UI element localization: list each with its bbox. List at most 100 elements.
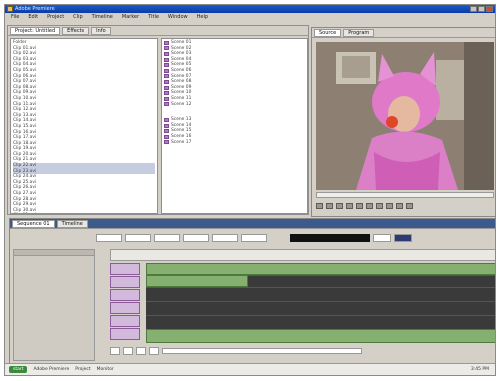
- task-project[interactable]: Project: [75, 367, 90, 372]
- overlay-icon[interactable]: [386, 203, 393, 209]
- menu-window[interactable]: Window: [168, 13, 188, 22]
- go-start-icon[interactable]: [110, 347, 120, 355]
- timeline-footer: [110, 345, 495, 357]
- clip-video-2[interactable]: [146, 275, 248, 287]
- tab-timeline[interactable]: Timeline: [56, 220, 88, 228]
- monitor-scrubber[interactable]: [316, 192, 494, 198]
- clip-icon: [164, 40, 169, 45]
- menu-clip[interactable]: Clip: [73, 13, 82, 22]
- menu-help[interactable]: Help: [197, 13, 208, 22]
- track-sidebar: [13, 249, 95, 361]
- tab-effects[interactable]: Effects: [62, 27, 90, 35]
- clip-label: Scene 12: [171, 101, 192, 107]
- step-back-icon[interactable]: [316, 203, 323, 209]
- rewind-icon[interactable]: [123, 347, 133, 355]
- insert-icon[interactable]: [376, 203, 383, 209]
- menu-title[interactable]: Title: [148, 13, 159, 22]
- title-bar: Adobe Premiere: [5, 5, 495, 13]
- step-forward-icon[interactable]: [336, 203, 343, 209]
- clip-icon: [164, 68, 169, 73]
- time-ruler[interactable]: [110, 249, 495, 261]
- clip-audio-3[interactable]: [146, 329, 495, 343]
- clock: 3:45 PM: [470, 367, 489, 372]
- track-header-video-2[interactable]: [110, 276, 140, 288]
- project-panel: Project: Untitled Effects Info Folder Cli…: [7, 25, 309, 215]
- app-icon: [7, 6, 13, 12]
- menu-file[interactable]: File: [11, 13, 19, 22]
- track-header-video-3[interactable]: [110, 263, 140, 275]
- app-window: Adobe Premiere File Edit Project Clip Ti…: [4, 4, 496, 376]
- menu-edit[interactable]: Edit: [28, 13, 38, 22]
- clip-icon: [164, 85, 169, 90]
- tab-info[interactable]: Info: [91, 27, 111, 35]
- track-headers: [110, 263, 144, 343]
- start-button[interactable]: start: [9, 366, 28, 373]
- clip-icon: [164, 96, 169, 101]
- loop-icon[interactable]: [346, 203, 353, 209]
- maximize-button[interactable]: [478, 6, 485, 12]
- menu-timeline[interactable]: Timeline: [92, 13, 113, 22]
- timeline-panel: Sequence 01 Timeline: [9, 218, 495, 366]
- monitor-panel: Source Program: [311, 27, 495, 217]
- tool-zoom-icon[interactable]: [183, 234, 209, 242]
- tab-program[interactable]: Program: [343, 29, 375, 37]
- tool-razor-icon[interactable]: [125, 234, 151, 242]
- clip-icon: [164, 123, 169, 128]
- track-header-audio-1[interactable]: [110, 302, 140, 314]
- track-lanes: [146, 263, 495, 343]
- zoom-in-icon[interactable]: [373, 234, 391, 242]
- extract-icon[interactable]: [406, 203, 413, 209]
- menu-marker[interactable]: Marker: [122, 13, 139, 22]
- clip-label: Scene 17: [171, 139, 192, 145]
- clip-icon: [164, 134, 169, 139]
- task-monitor[interactable]: Monitor: [97, 367, 114, 372]
- timeline-timecode: [290, 234, 370, 242]
- empty-track-audio-1: [146, 301, 495, 315]
- empty-track-video-2: [248, 275, 495, 287]
- clip-icon: [164, 129, 169, 134]
- clip-video-3[interactable]: [146, 263, 495, 275]
- clip-list-panel: Scene 01 Scene 02 Scene 03 Scene 04 Scene 05…: [161, 38, 308, 214]
- clip-list-item[interactable]: Scene 12: [164, 102, 305, 108]
- clip-icon: [164, 74, 169, 79]
- close-button[interactable]: [486, 6, 493, 12]
- clip-icon: [164, 140, 169, 145]
- clip-icon: [164, 79, 169, 84]
- tab-sequence[interactable]: Sequence 01: [12, 220, 55, 228]
- track-header-video-1[interactable]: [110, 289, 140, 301]
- lift-icon[interactable]: [396, 203, 403, 209]
- clip-icon: [164, 51, 169, 56]
- clip-icon: [164, 117, 169, 122]
- timeline-toolbar: [96, 231, 495, 245]
- task-premiere[interactable]: Adobe Premiere: [33, 367, 69, 372]
- monitor-controls: [316, 202, 413, 210]
- mark-in-icon[interactable]: [356, 203, 363, 209]
- clip-icon: [164, 102, 169, 107]
- tab-project[interactable]: Project: Untitled: [10, 27, 61, 35]
- clip-list: Scene 01 Scene 02 Scene 03 Scene 04 Scene 05…: [162, 39, 307, 213]
- tool-track-icon[interactable]: [212, 234, 238, 242]
- clip-icon: [164, 63, 169, 68]
- minimize-button[interactable]: [470, 6, 477, 12]
- zoom-out-icon[interactable]: [394, 234, 412, 242]
- mark-out-icon[interactable]: [366, 203, 373, 209]
- timeline-tabs: Sequence 01 Timeline: [10, 219, 495, 229]
- tool-hand-icon[interactable]: [154, 234, 180, 242]
- project-tabs: Project: Untitled Effects Info: [8, 26, 308, 36]
- empty-track-audio-2: [146, 315, 495, 329]
- bin-list: Folder Clip 01.avi Clip 02.avi Clip 03.avi C…: [11, 39, 157, 213]
- tool-select-icon[interactable]: [96, 234, 122, 242]
- track-header-audio-3[interactable]: [110, 328, 140, 340]
- tool-snap-icon[interactable]: [241, 234, 267, 242]
- tab-source[interactable]: Source: [314, 29, 342, 37]
- clip-icon: [164, 57, 169, 62]
- timeline-scrollbar[interactable]: [162, 348, 362, 354]
- menu-project[interactable]: Project: [47, 13, 64, 22]
- taskbar: start Adobe Premiere Project Monitor 3:4…: [5, 363, 495, 375]
- clip-list-item[interactable]: Scene 17: [164, 140, 305, 146]
- track-header-audio-2[interactable]: [110, 315, 140, 327]
- play-icon[interactable]: [326, 203, 333, 209]
- clip-icon: [164, 91, 169, 96]
- play-timeline-icon[interactable]: [136, 347, 146, 355]
- forward-icon[interactable]: [149, 347, 159, 355]
